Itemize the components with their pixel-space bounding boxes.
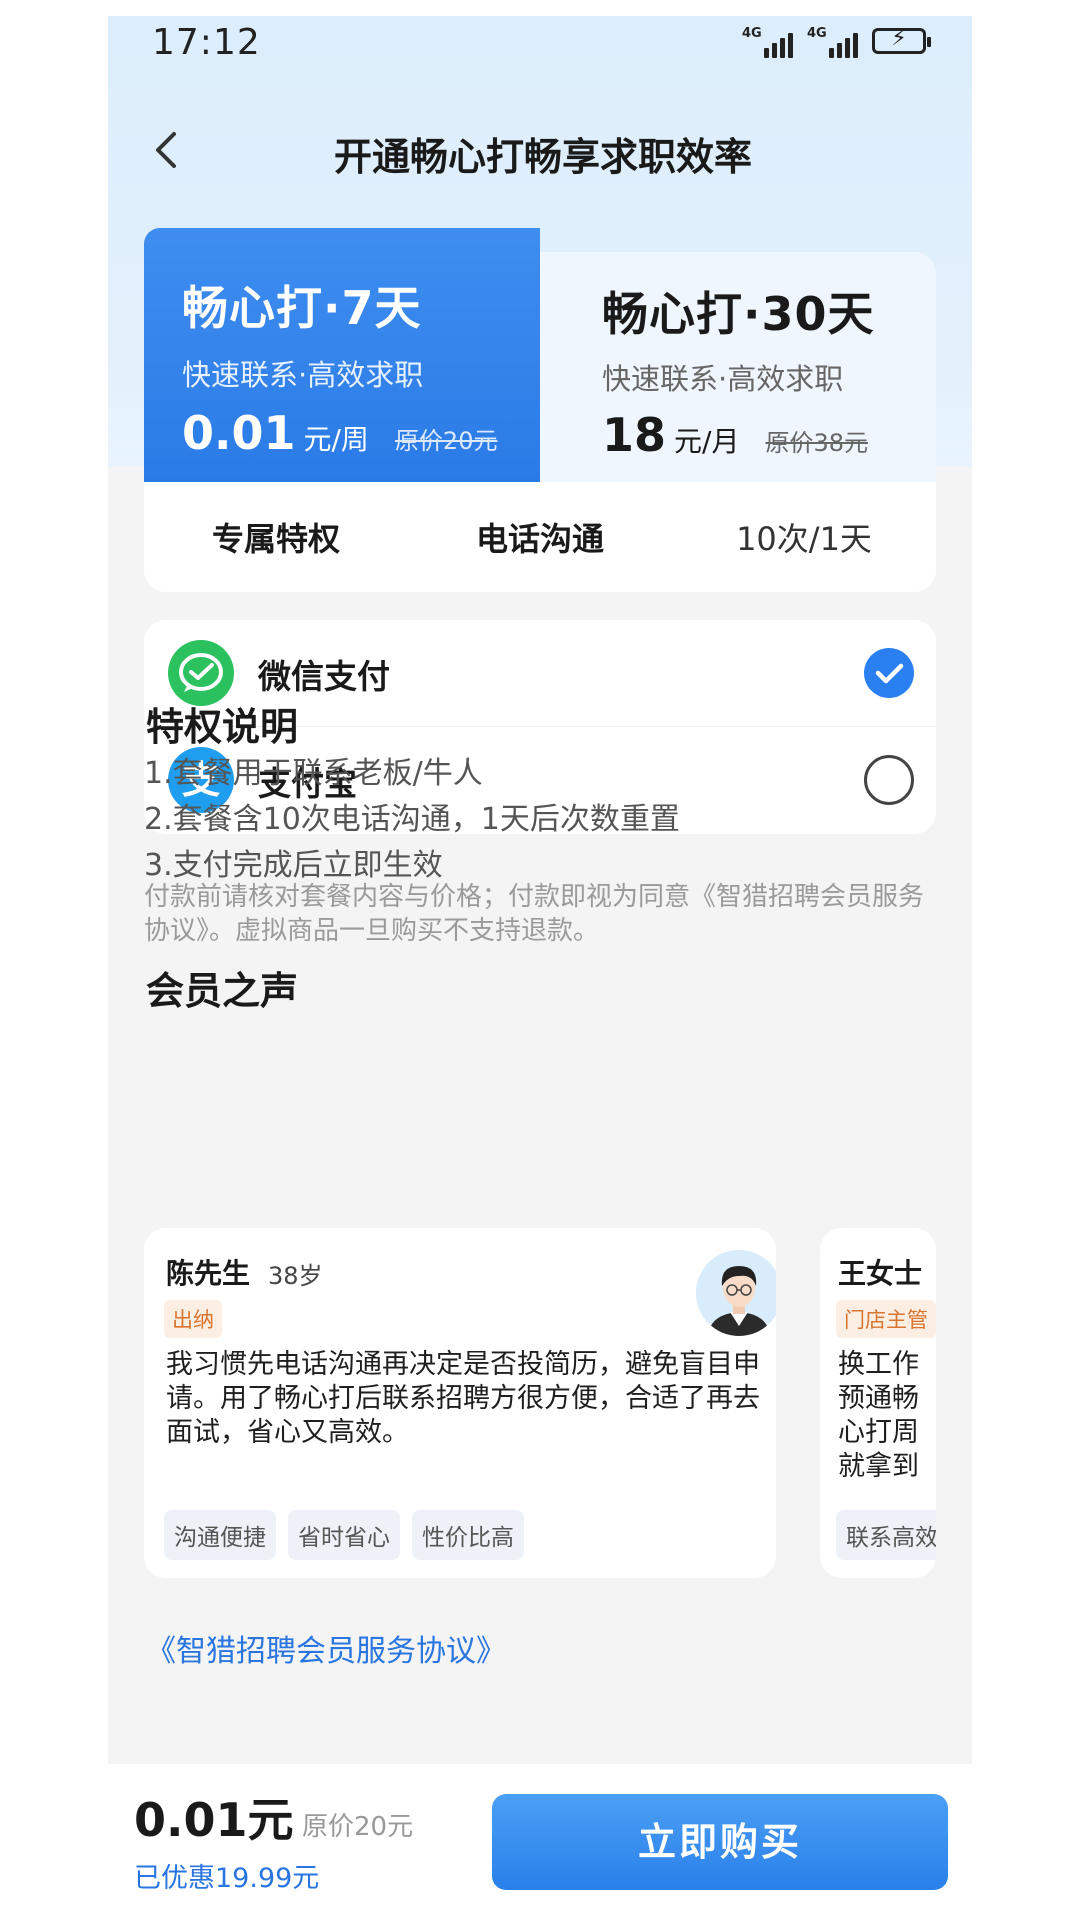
- plan-name: 畅心打·7天: [182, 281, 422, 335]
- plan-subtitle: 快速联系·高效求职: [602, 362, 844, 396]
- privilege-desc-title: 特权说明: [146, 705, 299, 749]
- radio-unchecked-icon[interactable]: [864, 755, 914, 805]
- testimonial-name: 王女士: [838, 1257, 923, 1290]
- testimonial-tags: 联系高效: [836, 1510, 936, 1560]
- testimonial-tag: 省时省心: [288, 1510, 400, 1560]
- page-header: 开通畅心打畅享求职效率: [108, 106, 972, 196]
- agreement-link[interactable]: 《智猎招聘会员服务协议》: [146, 1626, 506, 1670]
- testimonial-tags: 沟通便捷 省时省心 性价比高: [164, 1510, 524, 1560]
- privilege-desc-line: 1.套餐用于联系老板/牛人: [144, 756, 483, 791]
- plan-price-row: 0.01 元/周 原价20元: [182, 406, 497, 460]
- plan-name: 畅心打·30天: [602, 287, 875, 341]
- testimonials-title: 会员之声: [146, 969, 299, 1013]
- status-bar: 17:12 4G 4G ⚡: [108, 16, 972, 76]
- plan-price-row: 18 元/月 原价38元: [602, 408, 868, 462]
- privilege-quota: 10次/1天: [736, 520, 872, 558]
- plan-price: 18: [602, 408, 667, 462]
- network-type-label: 4G: [807, 26, 827, 41]
- page-title: 开通畅心打畅享求职效率: [333, 135, 752, 179]
- plan-option-7-days[interactable]: 畅心打·7天 快速联系·高效求职 0.01 元/周 原价20元: [144, 228, 540, 482]
- plan-original-price: 原价20元: [394, 427, 498, 455]
- signal-icon: 4G: [742, 24, 793, 58]
- network-type-label: 4G: [742, 26, 762, 41]
- radio-checked-icon[interactable]: [864, 648, 914, 698]
- status-icons: 4G 4G ⚡: [742, 24, 931, 58]
- purchase-notice: 付款前请核对套餐内容与价格；付款即视为同意《智猎招聘会员服务协议》。虚拟商品一旦…: [144, 882, 925, 946]
- discount-amount: 已优惠19.99元: [134, 1863, 320, 1894]
- plan-price-unit: 元/周: [303, 423, 369, 456]
- signal-icon: 4G: [807, 24, 858, 58]
- testimonial-tag: 性价比高: [412, 1510, 524, 1560]
- status-time: 17:12: [152, 22, 261, 63]
- avatar: [696, 1250, 776, 1336]
- total-price: 0.01元: [134, 1793, 294, 1847]
- purchase-bar: 0.01元 原价20元 已优惠19.99元 立即购买: [0, 1764, 1080, 1920]
- plan-subtitle: 快速联系·高效求职: [182, 358, 424, 392]
- testimonial-tag: 沟通便捷: [164, 1510, 276, 1560]
- plan-original-price: 原价38元: [765, 429, 868, 457]
- battery-charging-icon: ⚡: [872, 26, 931, 54]
- privilege-summary: 专属特权 电话沟通 10次/1天: [144, 482, 936, 592]
- testimonial-name: 陈先生: [166, 1257, 251, 1290]
- buy-now-button[interactable]: 立即购买: [492, 1794, 948, 1890]
- privilege-feature: 电话沟通: [475, 520, 604, 558]
- plan-price-unit: 元/月: [674, 425, 740, 458]
- testimonial-text: 换工作预通畅心打周就拿到: [838, 1349, 919, 1482]
- testimonial-text: 我习惯先电话沟通再决定是否投简历，避免盲目申请。用了畅心打后联系招聘方很方便，合…: [166, 1349, 760, 1448]
- plan-price: 0.01: [182, 406, 296, 460]
- testimonial-role-badge: 出纳: [164, 1300, 222, 1338]
- payment-label: 微信支付: [258, 657, 390, 696]
- plan-option-30-days[interactable]: 畅心打·30天 快速联系·高效求职 18 元/月 原价38元: [540, 252, 936, 482]
- testimonial-role-badge: 门店主管: [836, 1300, 936, 1338]
- testimonial-card[interactable]: 王女士 门店主管 换工作预通畅心打周就拿到 联系高效: [820, 1228, 936, 1578]
- testimonial-card[interactable]: 陈先生 38岁 出纳 我习惯先电话沟通再决定是否投简历，避免盲目申请。用了畅心打…: [144, 1228, 776, 1578]
- privilege-desc-line: 3.支付完成后立即生效: [144, 848, 443, 883]
- testimonial-age: 38岁: [268, 1262, 323, 1290]
- testimonial-tag: 联系高效: [836, 1510, 936, 1560]
- privilege-desc-line: 2.套餐含10次电话沟通，1天后次数重置: [144, 802, 680, 837]
- privilege-label: 专属特权: [211, 520, 340, 558]
- total-original-price: 原价20元: [302, 1812, 414, 1842]
